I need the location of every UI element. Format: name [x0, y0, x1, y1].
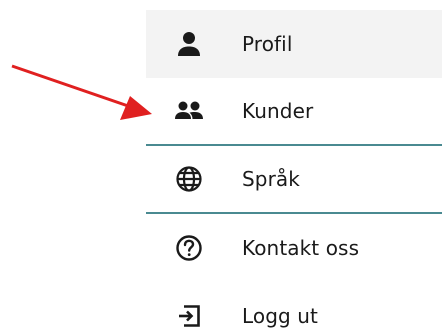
- person-icon: [173, 28, 205, 60]
- globe-icon: [173, 163, 205, 195]
- help-circle-icon: [173, 232, 205, 264]
- menu-item-kontakt-oss[interactable]: Kontakt oss: [146, 214, 442, 282]
- menu-item-label: Kontakt oss: [242, 236, 360, 260]
- menu-item-label: Logg ut: [242, 304, 318, 328]
- menu-item-label: Språk: [242, 167, 300, 191]
- menu-item-kunder[interactable]: Kunder: [146, 78, 442, 146]
- stage: Profil Kunder Språk Kontakt oss Logg ut: [0, 0, 442, 336]
- menu-item-label: Profil: [242, 32, 293, 56]
- people-icon: [173, 95, 205, 127]
- menu-item-label: Kunder: [242, 99, 314, 123]
- user-menu: Profil Kunder Språk Kontakt oss Logg ut: [146, 10, 442, 336]
- logout-icon: [173, 300, 205, 332]
- menu-item-logg-ut[interactable]: Logg ut: [146, 282, 442, 336]
- menu-item-profil[interactable]: Profil: [146, 10, 442, 78]
- menu-item-sprak[interactable]: Språk: [146, 146, 442, 214]
